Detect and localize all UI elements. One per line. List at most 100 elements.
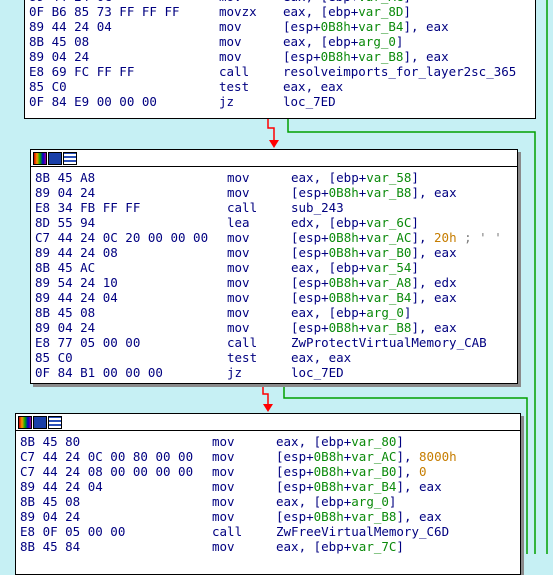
instruction-line[interactable]: E8 34 FB FF FF call sub_243 [31, 200, 517, 215]
operand-token[interactable]: 0B8h [329, 230, 359, 245]
opcode-bytes: 89 44 24 04 [20, 479, 103, 494]
operand-token[interactable]: 0B8h [314, 449, 344, 464]
operand-token: ], eax [396, 509, 442, 524]
instruction-line[interactable]: 89 04 24 mov [esp+0B8h+var_B8], eax [25, 49, 535, 64]
mnemonic: lea [227, 215, 250, 230]
operand-token: ] [411, 260, 419, 275]
operand-token[interactable]: var_B8 [366, 320, 411, 335]
instruction-line[interactable]: 89 04 24 mov [esp+0B8h+var_B8], eax [16, 509, 520, 524]
instruction-line[interactable]: 0F 84 E9 00 00 00 jz loc_7ED [25, 94, 535, 109]
operand-token[interactable]: var_B4 [366, 290, 411, 305]
instruction-line[interactable]: 0F B6 85 73 FF FF FF movzx eax, [ebp+var_8… [25, 4, 535, 19]
operand-token[interactable]: ZwProtectVirtualMemory_CAB [291, 335, 487, 350]
opcode-bytes: 89 04 24 [35, 185, 96, 200]
instruction-line[interactable]: 85 C0 test eax, eax [25, 79, 535, 94]
block-3-titlebar [16, 414, 520, 431]
instruction-line[interactable]: 89 44 24 04 mov [esp+0B8h+var_B4], eax [31, 290, 517, 305]
operands: eax, [ebp+var_8D] [283, 4, 411, 19]
operand-token[interactable]: 0B8h [329, 275, 359, 290]
operand-token[interactable]: loc_7ED [283, 94, 336, 109]
instruction-line[interactable]: 89 44 24 04 mov [esp+0B8h+var_B4], eax [25, 19, 535, 34]
instruction-line[interactable]: 8B 45 A8 mov eax, [ebp+var_58] [31, 170, 517, 185]
edge-false-1 [267, 118, 275, 140]
instruction-line[interactable]: 8B 45 80 mov eax, [ebp+var_80] [16, 434, 520, 449]
palette-icon[interactable] [33, 151, 47, 165]
operand-token: ] [388, 494, 397, 509]
operand-token[interactable]: arg_0 [351, 494, 389, 509]
instruction-line[interactable]: 89 44 24 04 mov [esp+0B8h+var_B4], eax [16, 479, 520, 494]
opcode-bytes: 8B 45 08 [29, 34, 90, 49]
graph-view-icon[interactable] [33, 415, 47, 429]
operand-token[interactable]: arg_0 [366, 305, 404, 320]
operand-token: ], eax [403, 49, 449, 64]
operand-token[interactable]: var_B8 [358, 49, 403, 64]
operand-token[interactable]: var_B4 [351, 479, 396, 494]
instruction-line[interactable]: 89 44 24 08 mov [esp+0B8h+var_B0], eax [31, 245, 517, 260]
operand-token[interactable]: var_B0 [366, 245, 411, 260]
instruction-line[interactable]: 0F 84 B1 00 00 00 jz loc_7ED [31, 365, 517, 380]
operand-token[interactable]: 0B8h [314, 464, 344, 479]
operand-token[interactable]: var_B8 [351, 509, 396, 524]
operand-token[interactable]: var_AC [351, 449, 396, 464]
operand-token[interactable]: 0B8h [329, 320, 359, 335]
instruction-line[interactable]: 89 54 24 10 mov [esp+0B8h+var_A8], edx [31, 275, 517, 290]
operand-token[interactable]: 0B8h [321, 19, 351, 34]
code-block-3[interactable]: 8B 45 80 mov eax, [ebp+var_80] C7 44 24 0C … [15, 413, 521, 575]
instruction-line[interactable]: 8B 45 08 mov eax, [ebp+arg_0] [31, 305, 517, 320]
palette-icon[interactable] [18, 415, 32, 429]
instruction-line[interactable]: 89 04 24 mov [esp+0B8h+var_B8], eax [31, 185, 517, 200]
opcode-bytes: 0F 84 B1 00 00 00 [35, 365, 163, 380]
instruction-line[interactable]: 8B 45 08 mov eax, [ebp+arg_0] [25, 34, 535, 49]
instruction-line[interactable]: E8 69 FC FF FF call resolveimports_for_lay… [25, 64, 535, 79]
operand-token[interactable]: var_54 [366, 260, 411, 275]
operand-token[interactable]: 0B8h [329, 290, 359, 305]
operand-token[interactable]: var_6C [366, 215, 411, 230]
operand-token: ] [403, 305, 412, 320]
operand-token[interactable]: resolveimports_for_layer2sc_365 [283, 64, 516, 79]
operand-token[interactable]: 0B8h [321, 49, 351, 64]
instruction-line[interactable]: C7 44 24 08 00 00 00 00 mov [esp+0B8h+var_… [16, 464, 520, 479]
operand-token[interactable]: var_58 [366, 170, 411, 185]
operand-token[interactable]: 0B8h [314, 509, 344, 524]
operand-token[interactable]: var_80 [351, 434, 396, 449]
operand-token: [esp+ [276, 479, 314, 494]
code-block-2[interactable]: 8B 45 A8 mov eax, [ebp+var_58] 89 04 24 mov[… [30, 149, 518, 384]
operands: eax, [ebp+var_80] [276, 434, 404, 449]
operand-token[interactable]: var_AC [366, 230, 411, 245]
instruction-line[interactable]: 85 C0 test eax, eax [31, 350, 517, 365]
operands: eax, eax [291, 350, 351, 365]
operand-token: ], [396, 464, 420, 479]
instruction-line[interactable]: 8B 45 AC mov eax, [ebp+var_54] [31, 260, 517, 275]
opcode-bytes: 8B 45 08 [20, 494, 81, 509]
operand-token[interactable]: arg_0 [358, 34, 396, 49]
operand-token[interactable]: 0B8h [329, 185, 359, 200]
instruction-line[interactable]: C7 44 24 0C 00 80 00 00 mov [esp+0B8h+var_… [16, 449, 520, 464]
opcode-bytes: 89 04 24 [29, 49, 90, 64]
text-view-icon[interactable] [63, 151, 77, 165]
arrow-head-1 [269, 140, 279, 148]
operand-token[interactable]: var_B4 [358, 19, 403, 34]
mnemonic: mov [212, 449, 235, 464]
operand-token: ], eax [403, 19, 449, 34]
text-view-icon[interactable] [48, 415, 62, 429]
instruction-line[interactable]: 8B 45 84 mov eax, [ebp+var_7C] [16, 539, 520, 554]
operand-token[interactable]: loc_7ED [291, 365, 344, 380]
operand-token[interactable]: 0B8h [314, 479, 344, 494]
operand-token[interactable]: ZwFreeVirtualMemory_C6D [276, 524, 449, 539]
graph-view-icon[interactable] [48, 151, 62, 165]
instruction-line[interactable]: E8 0F 05 00 00 call ZwFreeVirtualMemory_C6… [16, 524, 520, 539]
instruction-line[interactable]: 8B 45 08 mov eax, [ebp+arg_0] [16, 494, 520, 509]
operand-token[interactable]: sub_243 [291, 200, 344, 215]
operand-token[interactable]: var_B8 [366, 185, 411, 200]
instruction-line[interactable]: 8D 55 94 lea edx, [ebp+var_6C] [31, 215, 517, 230]
operand-token[interactable]: 0B8h [329, 245, 359, 260]
operand-token[interactable]: var_A8 [366, 275, 411, 290]
operand-token[interactable]: var_7C [351, 539, 396, 554]
instruction-line[interactable]: C7 44 24 0C 20 00 00 00 mov [esp+0B8h+var_… [31, 230, 517, 245]
code-block-1[interactable]: 89 44 24 0Cmoveax, [ebp+var_AC]0F B6 85 … [24, 0, 536, 119]
operand-token[interactable]: var_B0 [351, 464, 396, 479]
instruction-line[interactable]: E8 77 05 00 00 call ZwProtectVirtualMemory… [31, 335, 517, 350]
operands: eax, [ebp+var_54] [291, 260, 419, 275]
instruction-line[interactable]: 89 04 24 mov [esp+0B8h+var_B8], eax [31, 320, 517, 335]
operand-token[interactable]: var_8D [358, 4, 403, 19]
